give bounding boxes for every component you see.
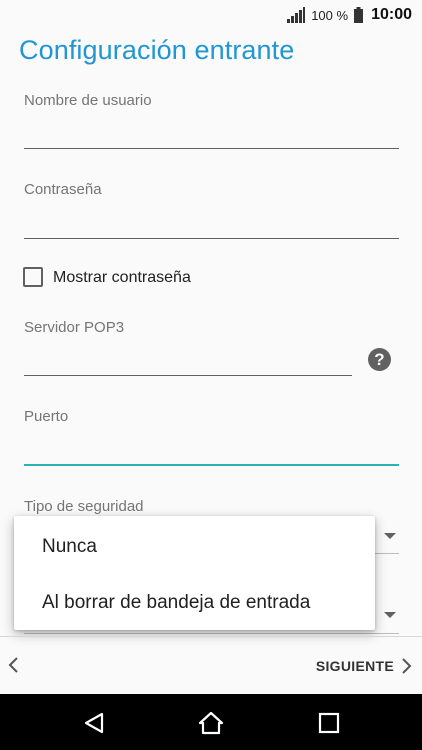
security-dropdown-arrow-icon[interactable]	[384, 533, 396, 539]
battery-percent: 100 %	[311, 7, 349, 23]
nav-back-icon[interactable]	[82, 710, 108, 736]
delete-from-server-select[interactable]	[24, 633, 399, 634]
security-type-label: Tipo de seguridad	[24, 498, 144, 515]
delete-dropdown-arrow-icon[interactable]	[384, 612, 396, 618]
show-password-label[interactable]: Mostrar contraseña	[53, 269, 191, 287]
status-icons: 100 % 10:00	[287, 4, 412, 26]
username-input[interactable]	[24, 148, 399, 149]
port-label: Puerto	[24, 408, 69, 425]
help-icon[interactable]: ?	[368, 348, 391, 371]
popup-option-never[interactable]: Nunca	[42, 536, 97, 558]
password-input[interactable]	[24, 238, 399, 239]
battery-icon	[354, 7, 364, 23]
port-input[interactable]	[24, 464, 399, 466]
server-label: Servidor POP3	[24, 319, 125, 336]
next-button[interactable]: SIGUIENTE	[316, 653, 414, 679]
show-password-checkbox[interactable]	[23, 267, 43, 287]
password-label: Contraseña	[24, 181, 102, 198]
popup-menu: Nunca Al borrar de bandeja de entrada	[14, 516, 375, 630]
server-input[interactable]	[24, 375, 352, 376]
status-bar: 100 % 10:00	[0, 0, 422, 30]
signal-icon	[287, 7, 306, 23]
next-label: SIGUIENTE	[315, 658, 394, 674]
clock: 10:00	[371, 6, 412, 23]
back-chevron-icon[interactable]	[6, 655, 20, 675]
nav-home-icon[interactable]	[198, 710, 224, 736]
popup-option-delete-from-inbox[interactable]: Al borrar de bandeja de entrada	[42, 592, 310, 614]
page-title: Configuración entrante	[19, 35, 295, 65]
system-nav-bar	[0, 694, 422, 750]
chevron-right-icon	[402, 658, 412, 674]
nav-recents-icon[interactable]	[316, 710, 342, 736]
username-label: Nombre de usuario	[24, 92, 152, 109]
footer-divider	[0, 636, 422, 637]
